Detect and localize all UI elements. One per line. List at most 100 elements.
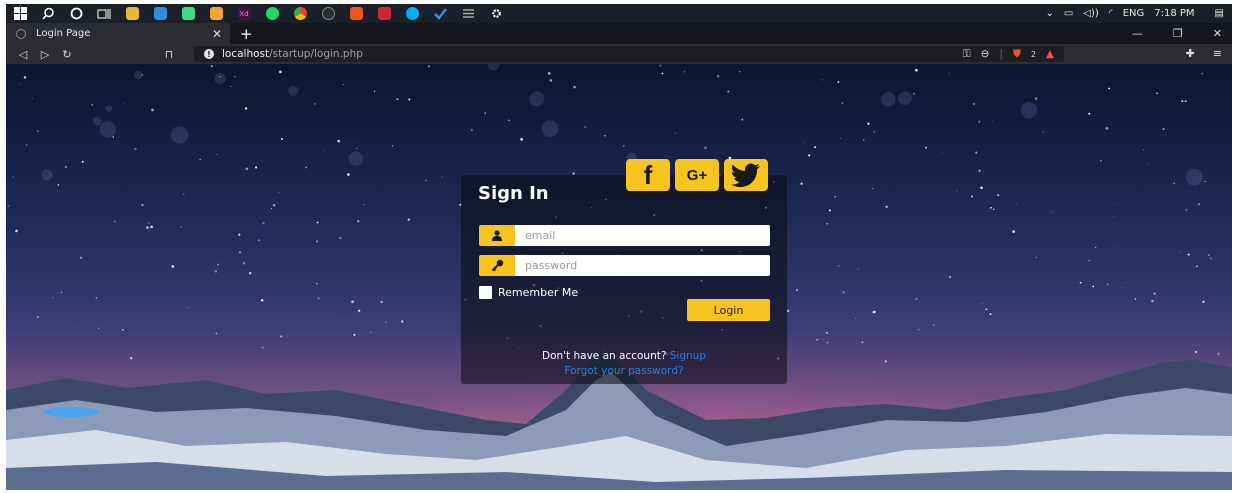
star (316, 282, 318, 285)
star (151, 108, 154, 112)
info-icon[interactable]: ! (204, 49, 214, 59)
back-icon[interactable]: ◁ (12, 48, 34, 61)
settings-icon[interactable] (482, 4, 510, 23)
star (391, 145, 394, 147)
close-window-icon[interactable]: ✕ (1213, 27, 1222, 40)
vscode-icon[interactable] (146, 4, 174, 23)
star (834, 196, 836, 198)
star (358, 309, 361, 312)
star (1153, 292, 1156, 295)
facebook-button[interactable]: f (626, 159, 670, 191)
forgot-password-link[interactable]: Forgot your password? (564, 365, 683, 377)
chevron-up-icon[interactable]: ⌄ (1045, 8, 1053, 19)
close-tab-icon[interactable]: ✕ (212, 27, 222, 41)
task-view-icon[interactable] (90, 4, 118, 23)
star (1202, 300, 1205, 303)
star (385, 321, 387, 323)
signup-link[interactable]: Signup (670, 350, 706, 362)
brave-shields-icon[interactable]: ⛊ (1013, 48, 1021, 61)
bokeh-light (487, 64, 500, 71)
star (279, 70, 282, 74)
language-indicator[interactable]: ENG (1123, 8, 1145, 19)
tab-login-page[interactable]: Login Page ✕ (6, 23, 230, 44)
star (573, 85, 576, 89)
notifications-icon[interactable]: ▤ (1215, 8, 1224, 19)
star (837, 81, 840, 83)
whatsapp-icon[interactable] (258, 4, 286, 23)
star (1209, 257, 1212, 260)
google-plus-icon: G+ (686, 166, 708, 184)
cortana-icon[interactable] (62, 4, 90, 23)
email-field-group (479, 225, 770, 246)
bokeh-light (1020, 101, 1038, 119)
tab-title: Login Page (36, 28, 91, 39)
key-icon[interactable]: ⚿ (963, 48, 971, 61)
windows-start-icon[interactable] (6, 4, 34, 23)
brave-icon[interactable] (342, 4, 370, 23)
star (1195, 265, 1198, 268)
menu-icon[interactable]: ≡ (1213, 47, 1222, 60)
remember-me-checkbox[interactable] (479, 286, 492, 299)
volume-icon[interactable]: ◁)) (1083, 8, 1099, 19)
bokeh-light (170, 126, 189, 144)
star (1034, 97, 1038, 100)
star (36, 130, 39, 132)
zoom-icon[interactable]: ⊖ (981, 48, 990, 60)
red-app-icon[interactable] (370, 4, 398, 23)
star (112, 136, 114, 138)
bokeh-light (93, 116, 102, 126)
star (912, 92, 915, 95)
star (978, 169, 981, 172)
star (234, 76, 236, 78)
star (313, 102, 316, 105)
globe-icon (16, 28, 26, 39)
star (187, 307, 189, 309)
wifi-icon[interactable]: ◜ (1109, 8, 1113, 19)
new-tab-icon[interactable]: + (240, 25, 253, 43)
list-icon[interactable] (454, 4, 482, 23)
star (262, 221, 265, 225)
battery-icon[interactable]: ▭ (1064, 8, 1073, 19)
clock[interactable]: 7:18 PM (1154, 8, 1194, 19)
google-plus-button[interactable]: G+ (675, 159, 719, 191)
bookmark-icon[interactable]: ⊓ (158, 48, 180, 61)
divider: | (999, 48, 1003, 60)
search-icon[interactable] (34, 4, 62, 23)
reload-icon[interactable]: ↻ (56, 48, 78, 61)
star (804, 142, 806, 144)
bokeh-light (529, 91, 545, 107)
login-button[interactable]: Login (687, 299, 770, 321)
brave-rewards-icon[interactable]: ▲ (1046, 48, 1054, 60)
address-bar[interactable]: ! localhost/startup/login.php ⚿ ⊖ | ⛊ 2 … (194, 46, 1064, 62)
file-explorer-icon[interactable] (118, 4, 146, 23)
star (316, 221, 319, 224)
xd-icon[interactable]: Xd (230, 4, 258, 23)
star (828, 209, 831, 212)
restore-icon[interactable]: ❐ (1173, 27, 1183, 40)
star (520, 137, 523, 141)
star (683, 71, 686, 73)
minimize-icon[interactable]: — (1132, 27, 1143, 40)
twitter-icon (731, 163, 760, 187)
url-host: localhost (222, 48, 270, 60)
password-input[interactable] (515, 255, 770, 276)
extensions-icon[interactable]: ✚ (1186, 47, 1195, 60)
email-input[interactable] (515, 225, 770, 246)
star (915, 68, 918, 72)
twitter-button[interactable] (724, 159, 768, 191)
no-account-text: Don't have an account? (541, 350, 667, 362)
star (885, 205, 888, 208)
star (245, 167, 249, 171)
mail-icon[interactable] (202, 4, 230, 23)
star (23, 76, 27, 79)
android-studio-icon[interactable] (174, 4, 202, 23)
star (134, 147, 137, 151)
php-icon[interactable] (314, 4, 342, 23)
browser-toolbar: ◁ ▷ ↻ ⊓ ! localhost/startup/login.php ⚿ … (6, 44, 1232, 64)
star (1134, 298, 1137, 300)
bokeh-light (288, 85, 299, 96)
chrome-icon[interactable] (286, 4, 314, 23)
todo-icon[interactable] (426, 4, 454, 23)
skype-icon[interactable] (398, 4, 426, 23)
forward-icon[interactable]: ▷ (34, 48, 56, 61)
